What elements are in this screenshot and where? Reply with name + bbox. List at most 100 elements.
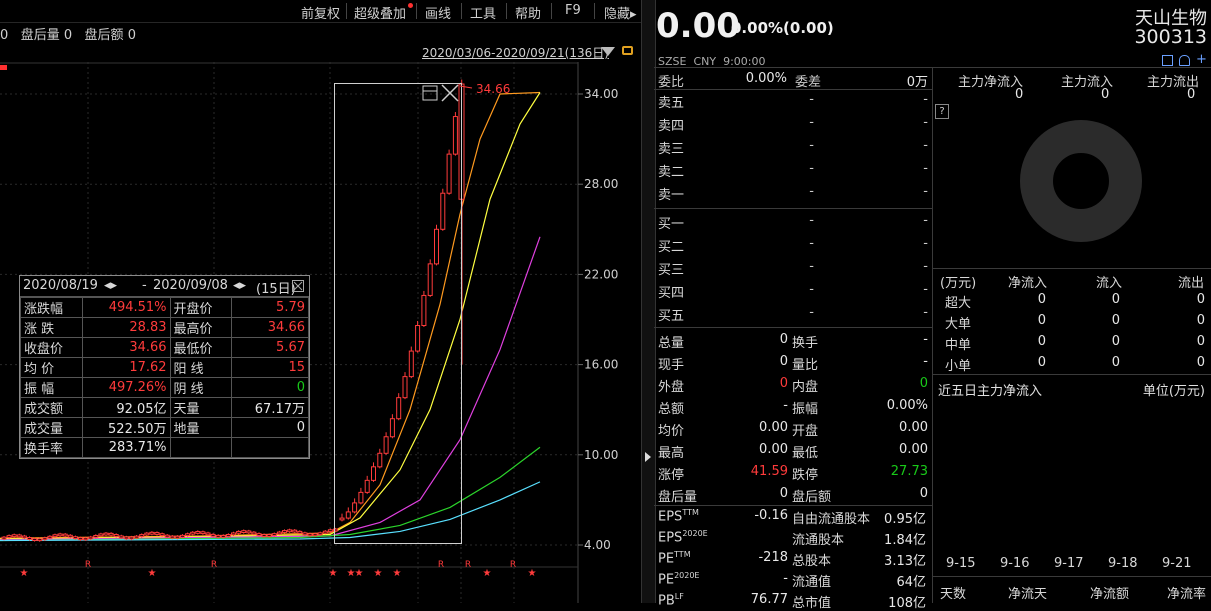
edit-icon[interactable]: [1162, 55, 1173, 66]
stat-label: 盘后量: [658, 490, 698, 505]
ma-line-5: [0, 481, 541, 542]
event-star-marker[interactable]: ★: [528, 568, 537, 579]
buy-level-volume[interactable]: -: [900, 259, 928, 274]
fin-label: EPSTTM: [658, 508, 699, 525]
panel-splitter[interactable]: [641, 0, 656, 603]
five-day-unit: 单位(万元): [1142, 384, 1205, 399]
buy-level-price[interactable]: -: [790, 282, 814, 297]
buy-level-volume[interactable]: -: [900, 236, 928, 251]
stat-value: 41.59: [750, 464, 788, 479]
event-star-marker[interactable]: ★: [355, 568, 364, 579]
date-range-link[interactable]: 2020/03/06-2020/09/21(136日): [422, 44, 609, 61]
sell-level-volume[interactable]: -: [900, 115, 928, 130]
buy-level-label: 买三: [658, 263, 685, 278]
sell-level-volume[interactable]: -: [900, 161, 928, 176]
popup-close-icon[interactable]: [292, 280, 304, 292]
f9-button[interactable]: F9: [565, 3, 581, 18]
stats-row: 涨跌幅 494.51% 开盘价 5.79: [20, 297, 309, 318]
rating-marker[interactable]: R: [85, 560, 91, 570]
sell-level-label: 卖三: [658, 142, 685, 157]
buy-level-price[interactable]: -: [790, 305, 814, 320]
stat-label: 涨停: [658, 468, 685, 483]
stat-value: -: [923, 354, 928, 369]
selection-box[interactable]: [334, 83, 462, 544]
event-star-marker[interactable]: ★: [393, 568, 402, 579]
close-icon[interactable]: [441, 84, 459, 102]
flow-summary-label: 净流额: [1090, 587, 1130, 602]
rating-marker[interactable]: R: [510, 560, 516, 570]
event-star-marker[interactable]: ★: [329, 568, 338, 579]
range-stats-table: 涨跌幅 494.51% 开盘价 5.79 涨 跌 28.83 最高价 34.66 收盘价 34.6…: [20, 297, 309, 458]
stats-row: 振 幅 497.26% 阴 线0: [20, 377, 309, 398]
add-icon[interactable]: +: [1196, 53, 1207, 66]
fuquan-menu[interactable]: 前复权: [301, 3, 340, 22]
stat-value: 0: [779, 354, 788, 369]
weicha-value: 0万: [906, 75, 928, 90]
range-end-arrows-icon[interactable]: ◂▸: [233, 278, 246, 293]
select-box-icon[interactable]: [422, 85, 438, 101]
bell-icon[interactable]: [1179, 55, 1190, 66]
rating-marker[interactable]: R: [465, 560, 471, 570]
buy-level-volume[interactable]: -: [900, 282, 928, 297]
fin-label: PETTM: [658, 550, 691, 567]
draw-line-menu[interactable]: 画线: [425, 3, 451, 22]
sell-level-volume[interactable]: -: [900, 92, 928, 107]
sell-level-price[interactable]: -: [790, 184, 814, 199]
event-star-marker[interactable]: ★: [20, 568, 29, 579]
stat-label: 成交量: [20, 417, 83, 438]
candle: [408, 346, 414, 379]
weicha-label: 委差: [795, 75, 822, 90]
fin-value: 3.13亿: [884, 554, 926, 569]
flow-summary-label: 净流天: [1008, 587, 1048, 602]
stats-row: 均 价 17.62 阳 线 15: [20, 357, 309, 378]
buy-level-price[interactable]: -: [790, 259, 814, 274]
help-icon[interactable]: ?: [935, 104, 949, 119]
stat-label: 最低价: [169, 337, 233, 358]
stat-value: 92.05亿: [81, 397, 171, 418]
overlay-menu[interactable]: 超级叠加: [354, 3, 406, 22]
sell-level-volume[interactable]: -: [900, 138, 928, 153]
range-start-arrows-icon[interactable]: ◂▸: [104, 278, 117, 293]
sell-level-price[interactable]: -: [790, 92, 814, 107]
flow-net: 0: [1037, 334, 1046, 349]
rating-marker[interactable]: R: [438, 560, 444, 570]
event-star-marker[interactable]: ★: [374, 568, 383, 579]
help-menu[interactable]: 帮助: [515, 3, 541, 22]
lock-icon[interactable]: [622, 46, 633, 55]
y-tick-label: 22.00: [584, 267, 618, 281]
price-change: 0.00%(0.00): [731, 19, 834, 37]
candle: [396, 393, 402, 421]
sell-level-volume[interactable]: -: [900, 184, 928, 199]
event-star-marker[interactable]: ★: [148, 568, 157, 579]
ma-line-4: [0, 446, 541, 542]
dropdown-triangle-icon[interactable]: [601, 47, 615, 56]
expand-arrow-icon[interactable]: [645, 452, 651, 462]
stat-value: 0.00: [759, 442, 788, 457]
stat-label: 换手: [792, 336, 819, 351]
flow-in: 0: [1111, 313, 1120, 328]
candle: [292, 529, 298, 534]
candle: [149, 531, 155, 536]
stat-label: 成交额: [20, 397, 83, 418]
buy-level-volume[interactable]: -: [900, 305, 928, 320]
rating-marker[interactable]: R: [211, 560, 217, 570]
buy-level-price[interactable]: -: [790, 213, 814, 228]
sell-level-price[interactable]: -: [790, 115, 814, 130]
tools-menu[interactable]: 工具: [470, 3, 496, 22]
stat-label: 内盘: [792, 380, 819, 395]
hide-button[interactable]: 隐藏▸: [604, 3, 637, 22]
candle: [103, 531, 109, 537]
flow-row-label: 中单: [945, 338, 972, 353]
candle: [402, 372, 408, 400]
event-star-marker[interactable]: ★: [483, 568, 492, 579]
flow-net: 0: [1037, 313, 1046, 328]
buy-level-price[interactable]: -: [790, 236, 814, 251]
buy-level-volume[interactable]: -: [900, 213, 928, 228]
sell-level-price[interactable]: -: [790, 161, 814, 176]
fin-value: 64亿: [896, 575, 926, 590]
candle: [452, 112, 458, 156]
candle: [427, 259, 433, 297]
sell-level-price[interactable]: -: [790, 138, 814, 153]
y-tick-label: 10.00: [584, 448, 618, 462]
range-stats-popup: 2020/08/19 ◂▸ - 2020/09/08 ◂▸ (15日) 涨跌幅 4…: [19, 275, 310, 459]
